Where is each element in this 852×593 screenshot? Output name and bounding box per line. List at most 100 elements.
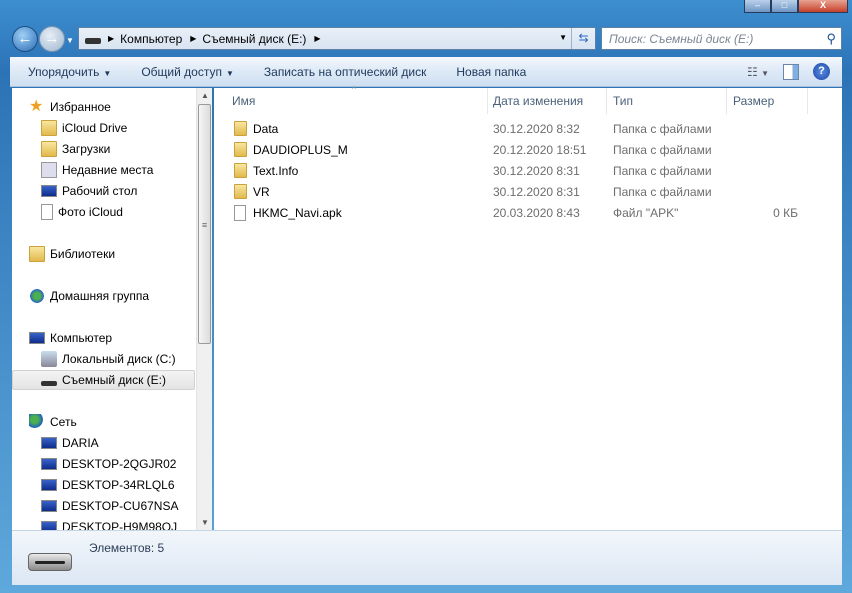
organize-button[interactable]: Упорядочить ▼	[28, 65, 111, 79]
downloads-folder-icon	[41, 141, 57, 157]
nav-host[interactable]: DESKTOP-CU67NSA	[41, 496, 178, 516]
network-icon	[29, 414, 45, 430]
breadcrumb-arrow-icon[interactable]: ▶	[314, 34, 320, 43]
computer-icon	[41, 500, 57, 512]
homegroup-icon	[29, 288, 45, 304]
search-icon[interactable]: ⚲	[826, 31, 836, 47]
scrollbar-thumb[interactable]: ≡	[198, 104, 211, 344]
file-name: Text.Info	[253, 164, 299, 178]
nav-removable-disk-e[interactable]: Съемный диск (E:)	[12, 370, 195, 390]
file-type: Папка с файлами	[613, 185, 712, 199]
nav-host[interactable]: DESKTOP-H9M98OJ	[41, 517, 177, 530]
file-date: 30.12.2020 8:32	[493, 122, 580, 136]
new-folder-button[interactable]: Новая папка	[456, 65, 526, 79]
folder-icon	[234, 163, 247, 178]
file-row[interactable]: DAUDIOPLUS_M 20.12.2020 18:51 Папка с файл…	[214, 140, 842, 160]
nav-scrollbar[interactable]: ▲ ≡ ▼	[196, 88, 212, 530]
search-placeholder: Поиск: Съемный диск (E:)	[609, 32, 754, 46]
navigation-pane: ★ Избранное iCloud Drive Загрузки Недавни…	[12, 88, 212, 530]
drive-icon	[85, 38, 101, 44]
desktop-icon	[41, 185, 57, 197]
breadcrumb-computer[interactable]: Компьютер	[120, 32, 182, 46]
computer-icon	[41, 437, 57, 449]
file-list: ^ Имя Дата изменения Тип Размер Data 30.1…	[214, 85, 842, 530]
refresh-icon[interactable]: ⇆	[571, 28, 595, 49]
column-name[interactable]: Имя	[232, 94, 255, 108]
maximize-button[interactable]: □	[771, 0, 798, 13]
search-input[interactable]: Поиск: Съемный диск (E:) ⚲	[601, 27, 842, 50]
folder-icon	[41, 120, 57, 136]
file-icon	[234, 205, 246, 221]
file-name: VR	[253, 185, 270, 199]
nav-host[interactable]: DESKTOP-34RLQL6	[41, 475, 175, 495]
star-icon: ★	[29, 98, 44, 115]
back-button[interactable]: ←	[12, 26, 38, 52]
computer-icon	[41, 458, 57, 470]
nav-recent-places[interactable]: Недавние места	[41, 160, 153, 180]
libraries-icon	[29, 246, 45, 262]
column-headers: ^ Имя Дата изменения Тип Размер	[214, 85, 842, 114]
history-dropdown-icon[interactable]: ▼	[66, 36, 74, 45]
nav-desktop[interactable]: Рабочий стол	[41, 181, 137, 201]
nav-icloud-drive[interactable]: iCloud Drive	[41, 118, 127, 138]
scroll-up-icon[interactable]: ▲	[201, 91, 209, 100]
command-bar: Упорядочить ▼ Общий доступ ▼ Записать на о…	[10, 57, 842, 87]
nav-icloud-photos[interactable]: Фото iCloud	[41, 202, 123, 222]
burn-button[interactable]: Записать на оптический диск	[264, 65, 427, 79]
removable-disk-icon	[28, 553, 72, 571]
local-disk-icon	[41, 351, 57, 367]
minimize-button[interactable]: –	[744, 0, 771, 13]
share-button[interactable]: Общий доступ ▼	[141, 65, 234, 79]
scroll-down-icon[interactable]: ▼	[201, 518, 209, 527]
file-row[interactable]: VR 30.12.2020 8:31 Папка с файлами	[214, 182, 842, 202]
file-date: 30.12.2020 8:31	[493, 185, 580, 199]
nav-homegroup[interactable]: Домашняя группа	[29, 286, 149, 306]
nav-host[interactable]: DARIA	[41, 433, 99, 453]
file-row[interactable]: Data 30.12.2020 8:32 Папка с файлами	[214, 119, 842, 139]
nav-libraries[interactable]: Библиотеки	[29, 244, 115, 264]
file-type: Папка с файлами	[613, 122, 712, 136]
file-date: 20.03.2020 8:43	[493, 206, 580, 220]
computer-icon	[41, 521, 57, 530]
column-size[interactable]: Размер	[733, 94, 774, 108]
address-dropdown-icon[interactable]: ▼	[559, 33, 567, 42]
file-date: 20.12.2020 18:51	[493, 143, 587, 157]
computer-icon	[41, 479, 57, 491]
removable-disk-icon	[41, 380, 57, 386]
column-date[interactable]: Дата изменения	[493, 94, 583, 108]
status-bar: Элементов: 5	[12, 530, 842, 585]
file-row[interactable]: Text.Info 30.12.2020 8:31 Папка с файлами	[214, 161, 842, 181]
breadcrumb-arrow-icon[interactable]: ▶	[108, 34, 114, 43]
nav-computer[interactable]: Компьютер	[29, 328, 112, 348]
file-type: Файл "APK"	[613, 206, 679, 220]
file-name: DAUDIOPLUS_M	[253, 143, 348, 157]
close-button[interactable]: X	[798, 0, 848, 13]
breadcrumb-removable-disk[interactable]: Съемный диск (E:)	[202, 32, 306, 46]
item-count: Элементов: 5	[89, 541, 165, 555]
explorer-window: – □ X ← → ▼ ▶ Компьютер ▶ Съемный диск (…	[0, 0, 852, 593]
file-name: HKMC_Navi.apk	[253, 206, 342, 220]
file-row[interactable]: HKMC_Navi.apk 20.03.2020 8:43 Файл "APK" 0 …	[214, 203, 842, 223]
recent-places-icon	[41, 162, 57, 178]
view-options-icon[interactable]: ☷ ▼	[747, 65, 769, 79]
sort-arrow-icon: ^	[352, 85, 356, 94]
folder-icon	[234, 184, 247, 199]
column-type[interactable]: Тип	[613, 94, 633, 108]
forward-button[interactable]: →	[39, 26, 65, 52]
nav-network[interactable]: Сеть	[29, 412, 77, 432]
file-date: 30.12.2020 8:31	[493, 164, 580, 178]
nav-local-disk-c[interactable]: Локальный диск (C:)	[41, 349, 176, 369]
nav-downloads[interactable]: Загрузки	[41, 139, 110, 159]
help-icon[interactable]: ?	[813, 63, 830, 80]
preview-pane-icon[interactable]	[783, 63, 799, 80]
file-icon	[41, 204, 53, 220]
nav-favorites[interactable]: ★ Избранное	[29, 97, 111, 117]
window-controls: – □ X	[744, 0, 848, 13]
computer-icon	[29, 332, 45, 344]
folder-icon	[234, 121, 247, 136]
nav-host[interactable]: DESKTOP-2QGJR02	[41, 454, 176, 474]
file-size: 0 КБ	[773, 206, 798, 220]
file-type: Папка с файлами	[613, 143, 712, 157]
address-bar[interactable]: ▶ Компьютер ▶ Съемный диск (E:) ▶ ▼ ⇆	[78, 27, 596, 50]
breadcrumb-arrow-icon[interactable]: ▶	[190, 34, 196, 43]
